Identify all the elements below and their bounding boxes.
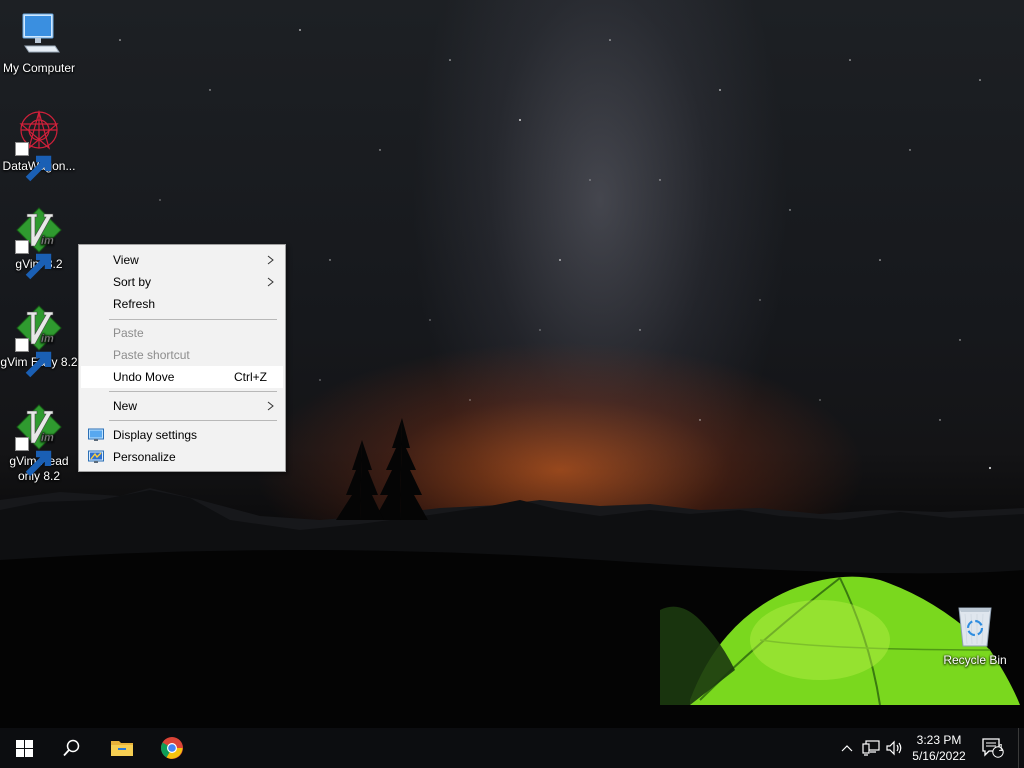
menu-item-label: Display settings xyxy=(113,428,198,442)
start-icon xyxy=(15,739,33,757)
shortcut-arrow-icon xyxy=(15,240,52,280)
menu-item-view[interactable]: View xyxy=(81,249,283,271)
chrome-icon xyxy=(161,737,183,759)
menu-item-display-settings[interactable]: Display settings xyxy=(81,424,283,446)
menu-item-refresh[interactable]: Refresh xyxy=(81,293,283,315)
menu-item-label: Paste xyxy=(113,326,144,340)
menu-item-paste[interactable]: Paste xyxy=(81,322,283,344)
clock-tray-button[interactable]: 3:23 PM 5/16/2022 xyxy=(908,728,970,768)
datawagon-icon xyxy=(15,108,63,182)
menu-item-new[interactable]: New xyxy=(81,395,283,417)
taskbar-file-explorer[interactable] xyxy=(98,728,146,768)
show-hidden-icons-button[interactable] xyxy=(838,728,856,768)
menu-item-label: Refresh xyxy=(113,297,156,311)
desktop-icon-datawagon[interactable]: DataWagon... xyxy=(0,108,78,182)
volume-tray-button[interactable] xyxy=(884,728,906,768)
search-icon xyxy=(63,739,80,757)
chevron-up-icon xyxy=(841,745,853,752)
search-button[interactable] xyxy=(48,728,96,768)
menu-item-label: Sort by xyxy=(113,275,152,289)
speaker-icon xyxy=(886,740,902,756)
desktop-icon-gvim[interactable]: im gVim 8.2 xyxy=(0,206,78,280)
shortcut-arrow-icon xyxy=(15,338,52,378)
chevron-right-icon xyxy=(267,255,274,265)
menu-separator xyxy=(109,319,277,320)
menu-item-shortcut-key: Ctrl+Z xyxy=(234,370,267,384)
shortcut-arrow-icon xyxy=(15,437,52,477)
clock-date: 5/16/2022 xyxy=(912,749,966,763)
menu-item-sort-by[interactable]: Sort by xyxy=(81,271,283,293)
show-desktop-button[interactable] xyxy=(1018,728,1024,768)
vim-icon: im xyxy=(15,304,63,378)
desktop-icon-gvim-easy[interactable]: im gVim Easy 8.2 xyxy=(0,304,78,378)
chevron-right-icon xyxy=(267,277,274,287)
menu-separator xyxy=(109,391,277,392)
action-center-button[interactable]: 1 xyxy=(978,728,1008,768)
start-button[interactable] xyxy=(0,728,48,768)
menu-item-label: Undo Move xyxy=(113,370,175,384)
personalize-icon xyxy=(88,450,104,463)
menu-item-label: Paste shortcut xyxy=(113,348,190,362)
network-tray-button[interactable] xyxy=(860,728,882,768)
menu-separator xyxy=(109,420,277,421)
vim-icon: im xyxy=(15,403,63,477)
desktop-icon-recycle-bin[interactable]: Recycle Bin xyxy=(936,602,1014,668)
computer-icon xyxy=(15,10,63,58)
taskbar-chrome[interactable] xyxy=(148,728,196,768)
file-explorer-icon xyxy=(111,741,133,756)
menu-item-label: View xyxy=(113,253,139,267)
menu-item-label: Personalize xyxy=(113,450,176,464)
vim-icon: im xyxy=(15,206,63,280)
desktop-icon-my-computer[interactable]: My Computer xyxy=(0,10,78,76)
notification-count-badge: 1 xyxy=(998,743,1004,754)
chevron-right-icon xyxy=(267,401,274,411)
menu-item-personalize[interactable]: Personalize xyxy=(81,446,283,468)
menu-item-paste-shortcut[interactable]: Paste shortcut xyxy=(81,344,283,366)
desktop-icon-label: Recycle Bin xyxy=(943,653,1007,667)
shortcut-arrow-icon xyxy=(15,142,52,182)
menu-item-undo-move[interactable]: Undo Move Ctrl+Z xyxy=(81,366,283,388)
desktop-icon-label: My Computer xyxy=(2,61,76,75)
menu-item-label: New xyxy=(113,399,138,413)
display-settings-icon xyxy=(88,428,104,441)
desktop-context-menu: View Sort by Refresh Paste Paste shortcu… xyxy=(78,244,286,472)
network-icon xyxy=(862,740,880,756)
desktop-icon-gvim-read-only[interactable]: im gVim Read only 8.2 xyxy=(0,403,78,484)
taskbar: 3:23 PM 5/16/2022 1 xyxy=(0,728,1024,768)
recycle-bin-icon xyxy=(951,602,999,650)
clock-time: 3:23 PM xyxy=(916,733,962,747)
